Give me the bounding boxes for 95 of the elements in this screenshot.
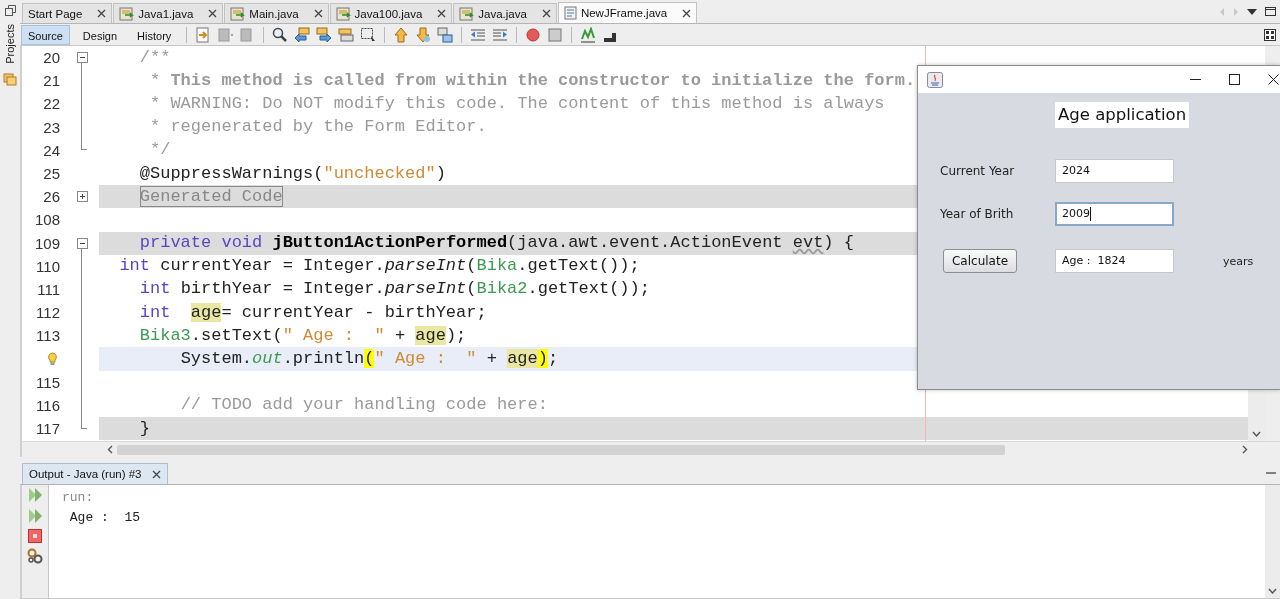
code-line: System.out.println(" Age : " + age); xyxy=(180,349,559,370)
editor-tab[interactable]: NewJFrame.java xyxy=(557,2,698,23)
projects-tab[interactable]: Projects xyxy=(4,22,16,66)
record-icon[interactable] xyxy=(525,26,542,43)
java-file-icon xyxy=(119,6,136,21)
java-app-icon xyxy=(927,71,943,88)
form-file-icon xyxy=(563,6,578,20)
close-icon[interactable] xyxy=(208,9,218,18)
code-line: int age= currentYear - birthYear; xyxy=(139,302,487,323)
java-file-icon xyxy=(335,6,352,21)
line-number: 117 xyxy=(36,419,60,439)
chevron-down-icon[interactable] xyxy=(1268,588,1277,594)
close-icon[interactable] xyxy=(1268,74,1279,85)
arrow-up-icon[interactable] xyxy=(393,26,410,43)
java-file-icon xyxy=(459,6,476,21)
text-field[interactable]: 2009 xyxy=(1055,202,1174,226)
grid-icon[interactable] xyxy=(1264,28,1276,41)
code-line: /** xyxy=(139,47,171,68)
line-number: 116 xyxy=(36,395,60,416)
code-line: @SuppressWarnings("unchecked") xyxy=(139,163,446,184)
gears-icon[interactable] xyxy=(27,548,43,564)
line-number: 111 xyxy=(37,279,60,300)
line-number: 20 xyxy=(43,48,60,68)
chart-icon[interactable] xyxy=(580,26,597,43)
code-line: * regenerated by the Form Editor. xyxy=(150,117,487,138)
arrow-down-icon[interactable] xyxy=(415,26,432,43)
line-number: 112 xyxy=(36,303,60,324)
code-line: * WARNING: Do NOT modify this code. The content of this method is always xyxy=(150,93,885,114)
scrollbar-thumb[interactable] xyxy=(117,444,1005,455)
editor-tab[interactable]: Main.java xyxy=(224,3,329,23)
code-line: * This method is called from within the constructor to initialize the form. xyxy=(150,70,916,91)
code-line: Generated Code xyxy=(139,186,283,207)
field-label: Current Year xyxy=(940,164,1016,178)
field-label: Year of Brith xyxy=(940,207,1015,221)
result-field[interactable]: Age : 1824 xyxy=(1055,249,1174,273)
line-number: 21 xyxy=(43,71,60,92)
shift-left-icon[interactable] xyxy=(470,26,487,43)
code-line: Bika3.setText(" Age : " + age); xyxy=(139,325,467,346)
editor-tab[interactable]: Java1.java xyxy=(113,3,224,23)
java-file-icon xyxy=(230,6,247,21)
output-tab[interactable]: Output - Java (run) #3 xyxy=(22,463,168,484)
vertical-scrollbar[interactable] xyxy=(1248,390,1265,441)
app-heading: Age application xyxy=(1055,102,1190,128)
code-line: int currentYear = Integer.parseInt(Bika.getText()); xyxy=(119,256,640,277)
window-icon[interactable] xyxy=(1265,7,1276,16)
line-number: 22 xyxy=(43,94,60,115)
code-line: */ xyxy=(150,140,171,161)
close-icon[interactable] xyxy=(313,9,323,18)
close-icon[interactable] xyxy=(151,469,161,479)
line-number: 108 xyxy=(34,210,60,231)
text-field[interactable]: 2024 xyxy=(1055,159,1174,183)
editor-tab[interactable]: Java.java xyxy=(453,3,557,23)
close-icon[interactable] xyxy=(682,8,692,18)
line-number: 26 xyxy=(43,187,60,208)
mode-tab[interactable]: Design xyxy=(75,24,125,45)
code-line: private void jButton1ActionPerformed(java.awt.event.ActionEvent evt) { xyxy=(139,233,854,254)
chevron-down-icon[interactable] xyxy=(1252,431,1261,437)
shift-right-icon[interactable] xyxy=(492,26,509,43)
console-line: Age : 15 xyxy=(68,509,140,527)
collapse-icon[interactable] xyxy=(76,237,88,249)
restore-icon[interactable] xyxy=(4,5,16,16)
console-line: run: xyxy=(62,489,94,507)
line-number: 23 xyxy=(43,117,60,138)
selection-icon[interactable] xyxy=(360,26,377,43)
collapse-icon[interactable] xyxy=(76,52,88,64)
lightbulb-icon[interactable] xyxy=(47,352,58,367)
arrow-right-icon[interactable] xyxy=(316,26,333,43)
unit-label: years xyxy=(1223,254,1255,268)
close-icon[interactable] xyxy=(97,9,107,18)
calculate-button[interactable]: Calculate xyxy=(943,249,1017,273)
stop-icon[interactable] xyxy=(28,529,42,543)
code-line: int birthYear = Integer.parseInt(Bika2.getText()); xyxy=(139,279,650,300)
line-number: 109 xyxy=(34,233,60,254)
line-number: 113 xyxy=(36,326,60,347)
close-icon[interactable] xyxy=(541,9,551,18)
close-icon[interactable] xyxy=(437,9,447,18)
stack-icon[interactable] xyxy=(338,26,355,43)
expand-icon[interactable] xyxy=(76,191,88,203)
line-number: 110 xyxy=(36,256,60,277)
maximize-icon[interactable] xyxy=(1229,74,1240,85)
chevron-left-icon[interactable] xyxy=(107,445,113,454)
line-number: 115 xyxy=(36,372,60,393)
code-line: // TODO add your handling code here: xyxy=(180,395,548,416)
editor-tab[interactable]: Java100.java xyxy=(329,3,453,23)
search-icon[interactable] xyxy=(272,26,289,43)
line-number: 25 xyxy=(43,163,60,184)
arrow-left-icon[interactable] xyxy=(294,26,311,43)
mode-tab[interactable]: Source xyxy=(21,24,70,45)
caret-down-icon[interactable] xyxy=(1247,8,1257,15)
editor-tab[interactable]: Start Page xyxy=(22,3,113,23)
line-number: 24 xyxy=(43,140,60,161)
chevron-right-icon[interactable] xyxy=(1242,445,1248,454)
mode-tab[interactable]: History xyxy=(130,24,179,45)
code-line: } xyxy=(139,418,150,439)
shapes-icon[interactable] xyxy=(437,26,454,43)
